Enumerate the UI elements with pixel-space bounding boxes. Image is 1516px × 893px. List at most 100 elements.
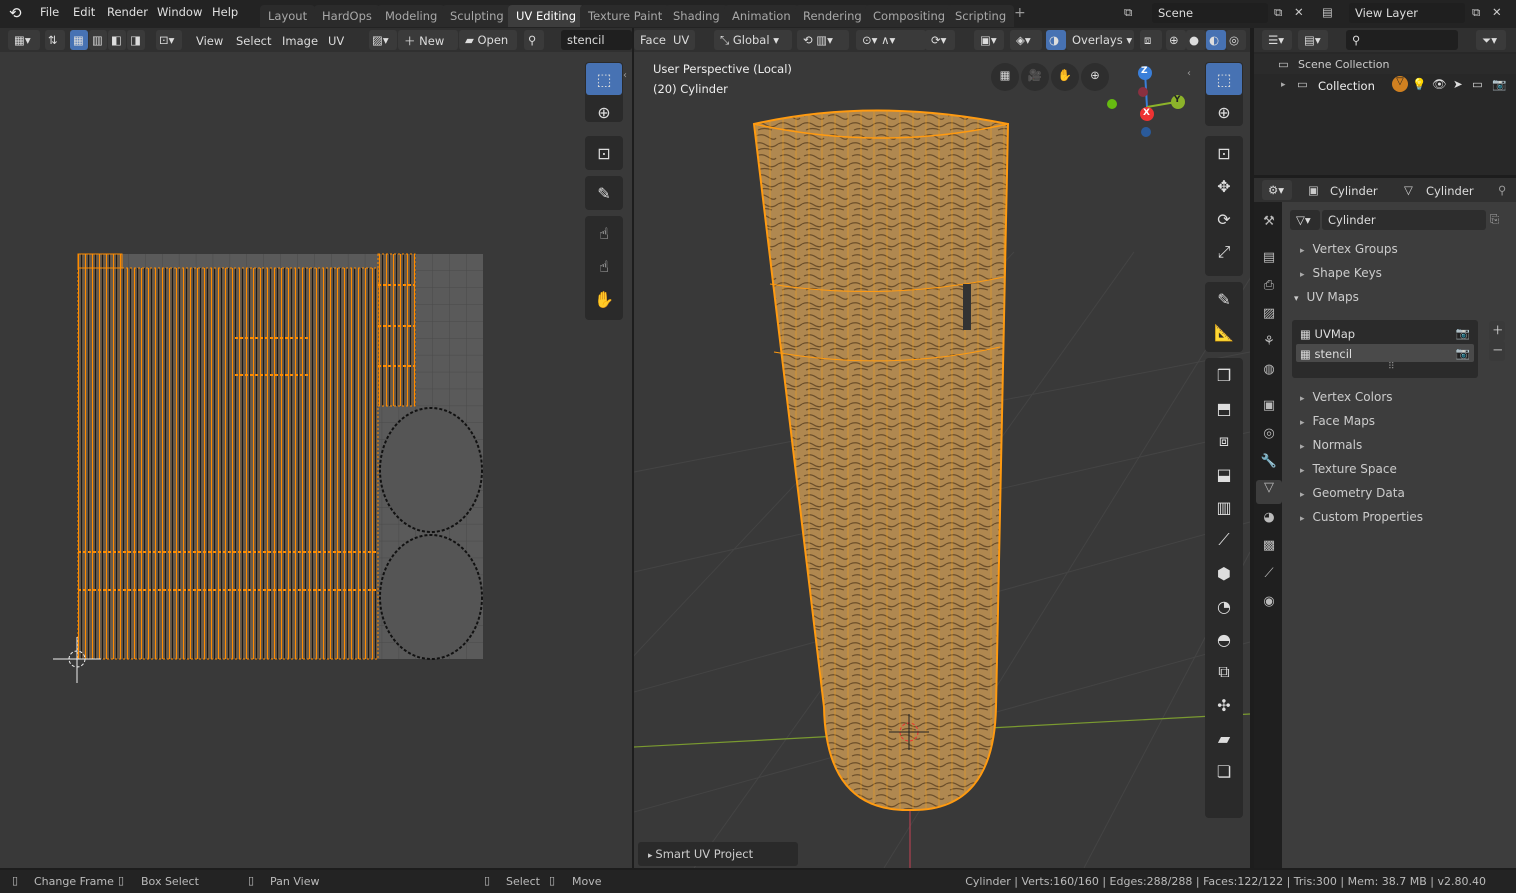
overlays-dropdown[interactable]: Overlays ▾	[1066, 30, 1134, 50]
face-select-icon[interactable]: ◧	[108, 30, 126, 50]
panel-custom-properties[interactable]: Custom Properties	[1290, 506, 1515, 528]
menu-image[interactable]: Image	[282, 34, 318, 48]
tab-scripting[interactable]: Scripting	[947, 5, 1015, 27]
menu-edit[interactable]: Edit	[73, 5, 95, 19]
panel-texture-space[interactable]: Texture Space	[1290, 458, 1515, 480]
tab-texture-paint[interactable]: Texture Paint	[580, 5, 671, 27]
toggle-ortho-icon[interactable]: ▦	[991, 63, 1019, 91]
cursor-tool-icon[interactable]: ⊕	[586, 96, 622, 128]
grab-tool-icon[interactable]: ☝	[586, 217, 622, 249]
select-box-tool-icon[interactable]: ⬚	[586, 63, 622, 95]
panel-geometry-data[interactable]: Geometry Data	[1290, 482, 1515, 504]
relax-tool-icon[interactable]: ☝	[586, 250, 622, 282]
image-name-field[interactable]: stencil	[561, 30, 632, 50]
transform-tool-icon[interactable]: ⊡	[1206, 137, 1242, 169]
pan-hand-icon[interactable]: ✋	[1051, 63, 1079, 91]
menu-select[interactable]: Select	[236, 34, 271, 48]
panel-face-maps[interactable]: Face Maps	[1290, 410, 1515, 432]
mesh-browse-icon[interactable]: ▽▾	[1290, 210, 1320, 230]
physics-tab-icon[interactable]: ◉	[1258, 594, 1280, 618]
island-select-icon[interactable]: ◨	[127, 30, 145, 50]
tool-tab-icon[interactable]: ⚒	[1258, 214, 1280, 238]
shear-tool-icon[interactable]: ▰	[1206, 722, 1242, 754]
view-layer-icon[interactable]: ▤	[1322, 5, 1333, 19]
zoom-icon[interactable]: ⊕	[1081, 63, 1109, 91]
viewport-display-icon[interactable]: ▭	[1472, 77, 1483, 91]
scale-tool-icon[interactable]: ⤢	[1206, 236, 1242, 268]
gizmo-y-label[interactable]: Y	[1174, 95, 1181, 105]
loop-cut-tool-icon[interactable]: ▥	[1206, 491, 1242, 523]
add-workspace-icon[interactable]: +	[1014, 5, 1026, 21]
solid-shading-icon[interactable]: ●	[1186, 30, 1206, 50]
collapse-toolbar-icon[interactable]: ‹	[623, 70, 627, 81]
blender-logo-icon[interactable]: ⟲	[9, 4, 22, 22]
tab-animation[interactable]: Animation	[724, 5, 799, 27]
collapse-sidebar-icon[interactable]: ‹	[1187, 68, 1191, 79]
sync-selection-icon[interactable]: ⇅	[45, 30, 65, 50]
shrink-fatten-tool-icon[interactable]: ✣	[1206, 689, 1242, 721]
gizmo-x-label[interactable]: X	[1143, 108, 1150, 118]
snap-icon[interactable]: ⟲ ▥▾	[797, 30, 849, 50]
world-tab-icon[interactable]: ◍	[1258, 362, 1280, 386]
pin-icon[interactable]: ⚲	[524, 30, 544, 50]
render-tab-icon[interactable]: ▤	[1258, 250, 1280, 274]
collection-label[interactable]: Collection	[1318, 79, 1375, 93]
xray-icon[interactable]: ⧈	[1140, 30, 1162, 50]
fake-user-icon[interactable]: ⎘	[1490, 212, 1499, 227]
inset-tool-icon[interactable]: ⧈	[1206, 425, 1242, 457]
rotate-tool-icon[interactable]: ⟳	[1206, 203, 1242, 235]
cursor-tool-icon[interactable]: ⊕	[1206, 96, 1242, 128]
sticky-select-icon[interactable]: ⊡▾	[156, 30, 182, 50]
tab-layout[interactable]: Layout	[260, 5, 316, 27]
delete-scene-icon[interactable]: ✕	[1294, 5, 1304, 19]
image-browse-icon[interactable]: ▨▾	[369, 30, 397, 50]
wireframe-shading-icon[interactable]: ⊕	[1166, 30, 1186, 50]
scene-field[interactable]: Scene	[1152, 3, 1268, 23]
orientation-dropdown[interactable]: ⤡ Global ▾	[714, 30, 792, 50]
proportional-edit-icon[interactable]: ⊙▾ ∧▾	[856, 30, 926, 50]
modifiers-tab-icon[interactable]: 🔧	[1258, 454, 1280, 478]
edge-slide-tool-icon[interactable]: ⧉	[1206, 656, 1242, 688]
outliner-editor-type-icon[interactable]: ☰▾	[1262, 30, 1292, 50]
menu-window[interactable]: Window	[157, 5, 202, 19]
active-render-camera-icon[interactable]: 📷	[1456, 326, 1470, 340]
tab-shading[interactable]: Shading	[665, 5, 728, 27]
rendered-shading-icon[interactable]: ◎	[1226, 30, 1246, 50]
material-shading-icon[interactable]: ◐	[1206, 30, 1226, 50]
new-view-layer-icon[interactable]: ⧉	[1472, 5, 1480, 20]
new-image-button[interactable]: ＋ New	[398, 30, 458, 50]
panel-vertex-groups[interactable]: Vertex Groups	[1290, 238, 1515, 260]
3d-viewport[interactable]: Z Y X User Perspective (Local) (20) Cyli…	[634, 52, 1250, 868]
light-icon[interactable]: 💡	[1412, 77, 1426, 91]
pin-properties-icon[interactable]: ⚲	[1498, 183, 1506, 197]
measure-tool-icon[interactable]: 📐	[1206, 316, 1242, 348]
display-mode-icon[interactable]: ▤▾	[1298, 30, 1328, 50]
menu-uv[interactable]: UV	[328, 34, 344, 48]
select-box-tool-icon[interactable]: ⬚	[1206, 63, 1242, 95]
tab-sculpting[interactable]: Sculpting	[442, 5, 512, 27]
panel-uv-maps[interactable]: ▾ UV Maps	[1292, 286, 1502, 308]
uv-map-item[interactable]: ▦ UVMap 📷	[1296, 324, 1474, 342]
outliner-search-input[interactable]: ⚲	[1346, 30, 1458, 50]
visibility-eye-icon[interactable]: 👁	[1432, 77, 1447, 91]
selectable-arrow-icon[interactable]: ➤	[1453, 77, 1463, 91]
move-tool-icon[interactable]: ✥	[1206, 170, 1242, 202]
rip-region-tool-icon[interactable]: ❏	[1206, 755, 1242, 787]
menu-file[interactable]: File	[40, 5, 59, 19]
add-uv-map-button[interactable]: ＋	[1489, 321, 1505, 341]
tab-compositing[interactable]: Compositing	[865, 5, 954, 27]
tab-modeling[interactable]: Modeling	[377, 5, 446, 27]
scene-icon[interactable]: ⧉	[1124, 5, 1132, 20]
tab-uv-editing[interactable]: UV Editing	[508, 5, 584, 27]
menu-view[interactable]: View	[196, 34, 223, 48]
panel-shape-keys[interactable]: Shape Keys	[1290, 262, 1515, 284]
pivot-icon[interactable]: ⟳▾	[925, 30, 955, 50]
annotate-tool-icon[interactable]: ✎	[1206, 283, 1242, 315]
menu-render[interactable]: Render	[107, 5, 148, 19]
view-object-types-icon[interactable]: ▣▾	[974, 30, 1004, 50]
vertex-select-icon[interactable]: ▦	[70, 30, 88, 50]
spin-tool-icon[interactable]: ◔	[1206, 590, 1242, 622]
knife-tool-icon[interactable]: ⟋	[1206, 524, 1242, 556]
gizmo-icon[interactable]: ◈▾	[1010, 30, 1042, 50]
view-layer-tab-icon[interactable]: ▨	[1258, 306, 1280, 330]
